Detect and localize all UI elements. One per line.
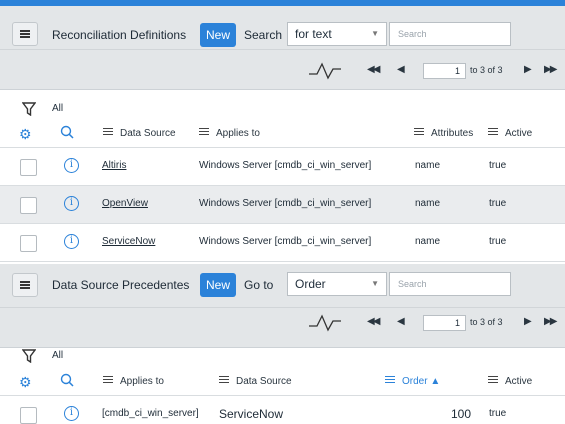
pagination: ◀◀ ◀ 1 to 3 of 3 ▶ ▶▶ <box>0 50 565 90</box>
last-page-icon[interactable]: ▶▶ <box>544 316 557 327</box>
data-source-cell: ServiceNow <box>219 407 284 421</box>
info-icon[interactable]: i <box>64 234 79 249</box>
search-field-value: for text <box>295 27 332 41</box>
table-row[interactable]: i [cmdb_ci_win_server] ServiceNow 100 tr… <box>0 396 565 424</box>
table-row[interactable]: i Altiris Windows Server [cmdb_ci_win_se… <box>0 148 565 186</box>
filter-breadcrumb: All <box>0 344 565 368</box>
column-applies-to[interactable]: Applies to <box>199 128 260 139</box>
funnel-icon[interactable] <box>22 102 36 116</box>
filter-all-link[interactable]: All <box>52 103 63 114</box>
new-button[interactable]: New <box>200 273 237 297</box>
data-source-link[interactable]: ServiceNow <box>102 236 155 247</box>
row-checkbox[interactable] <box>20 197 37 214</box>
column-headers: ⚙ Applies to Data Source Order ▲ Active <box>0 368 565 396</box>
page-input[interactable]: 1 <box>423 315 466 331</box>
search-input[interactable]: Search <box>389 22 511 46</box>
search-field-select[interactable]: for text ▼ <box>287 22 387 46</box>
list-title: Reconciliation Definitions <box>52 28 187 42</box>
pulse-icon[interactable] <box>308 60 342 80</box>
goto-field-select[interactable]: Order ▼ <box>287 272 387 296</box>
table-row[interactable]: i ServiceNow Windows Server [cmdb_ci_win… <box>0 224 565 262</box>
active-cell: true <box>489 408 507 419</box>
column-headers: ⚙ Data Source Applies to Attributes Acti… <box>0 120 565 148</box>
chevron-down-icon: ▼ <box>371 279 379 288</box>
list-toolbar: Reconciliation Definitions New Search fo… <box>0 6 565 50</box>
attributes-cell: name <box>415 198 441 209</box>
first-page-icon[interactable]: ◀◀ <box>367 64 380 75</box>
goto-field-value: Order <box>295 277 326 291</box>
last-page-icon[interactable]: ▶▶ <box>544 64 557 75</box>
attributes-cell: name <box>415 160 441 171</box>
order-cell: 100 <box>451 407 472 421</box>
list-header: Data Source Precedentes New Go to Order … <box>0 264 565 348</box>
info-icon[interactable]: i <box>64 406 79 421</box>
applies-to-cell: Windows Server [cmdb_ci_win_server] <box>199 160 372 171</box>
column-applies-to[interactable]: Applies to <box>103 376 164 387</box>
column-active[interactable]: Active <box>488 128 532 139</box>
active-cell: true <box>489 160 507 171</box>
row-checkbox[interactable] <box>20 407 37 424</box>
data-source-link[interactable]: Altiris <box>102 160 126 171</box>
column-attributes[interactable]: Attributes <box>414 128 473 139</box>
search-icon[interactable] <box>60 373 74 387</box>
gear-icon[interactable]: ⚙ <box>19 126 32 143</box>
next-page-icon[interactable]: ▶ <box>524 64 532 75</box>
menu-icon[interactable] <box>12 273 38 297</box>
row-checkbox[interactable] <box>20 159 37 176</box>
search-input[interactable]: Search <box>389 272 511 296</box>
prev-page-icon[interactable]: ◀ <box>397 64 405 75</box>
active-cell: true <box>489 198 507 209</box>
pulse-icon[interactable] <box>308 312 342 332</box>
list-title: Data Source Precedentes <box>52 278 190 292</box>
next-page-icon[interactable]: ▶ <box>524 316 532 327</box>
attributes-cell: name <box>415 236 441 247</box>
applies-to-cell: [cmdb_ci_win_server] <box>102 408 199 419</box>
menu-icon[interactable] <box>12 22 38 46</box>
pagination: ◀◀ ◀ 1 to 3 of 3 ▶ ▶▶ <box>0 302 565 342</box>
info-icon[interactable]: i <box>64 158 79 173</box>
column-active[interactable]: Active <box>488 376 532 387</box>
page-range-text: to 3 of 3 <box>470 317 503 327</box>
applies-to-cell: Windows Server [cmdb_ci_win_server] <box>199 236 372 247</box>
chevron-down-icon: ▼ <box>371 29 379 38</box>
table-row[interactable]: i OpenView Windows Server [cmdb_ci_win_s… <box>0 186 565 224</box>
search-label: Search <box>244 28 283 42</box>
gear-icon[interactable]: ⚙ <box>19 374 32 391</box>
goto-label: Go to <box>244 278 274 292</box>
data-source-precedence-list: Data Source Precedentes New Go to Order … <box>0 264 565 424</box>
new-button[interactable]: New <box>200 23 237 47</box>
active-cell: true <box>489 236 507 247</box>
filter-breadcrumb: All <box>0 97 565 121</box>
filter-all-link[interactable]: All <box>52 350 63 361</box>
page-range-text: to 3 of 3 <box>470 65 503 75</box>
page-input[interactable]: 1 <box>423 63 466 79</box>
prev-page-icon[interactable]: ◀ <box>397 316 405 327</box>
column-data-source[interactable]: Data Source <box>219 376 292 387</box>
first-page-icon[interactable]: ◀◀ <box>367 316 380 327</box>
column-data-source[interactable]: Data Source <box>103 128 176 139</box>
applies-to-cell: Windows Server [cmdb_ci_win_server] <box>199 198 372 209</box>
row-checkbox[interactable] <box>20 235 37 252</box>
data-source-link[interactable]: OpenView <box>102 198 148 209</box>
funnel-icon[interactable] <box>22 349 36 363</box>
info-icon[interactable]: i <box>64 196 79 211</box>
column-order[interactable]: Order ▲ <box>385 376 440 387</box>
search-icon[interactable] <box>60 125 74 139</box>
reconciliation-definitions-list: Reconciliation Definitions New Search fo… <box>0 6 565 264</box>
list-header: Reconciliation Definitions New Search fo… <box>0 6 565 90</box>
